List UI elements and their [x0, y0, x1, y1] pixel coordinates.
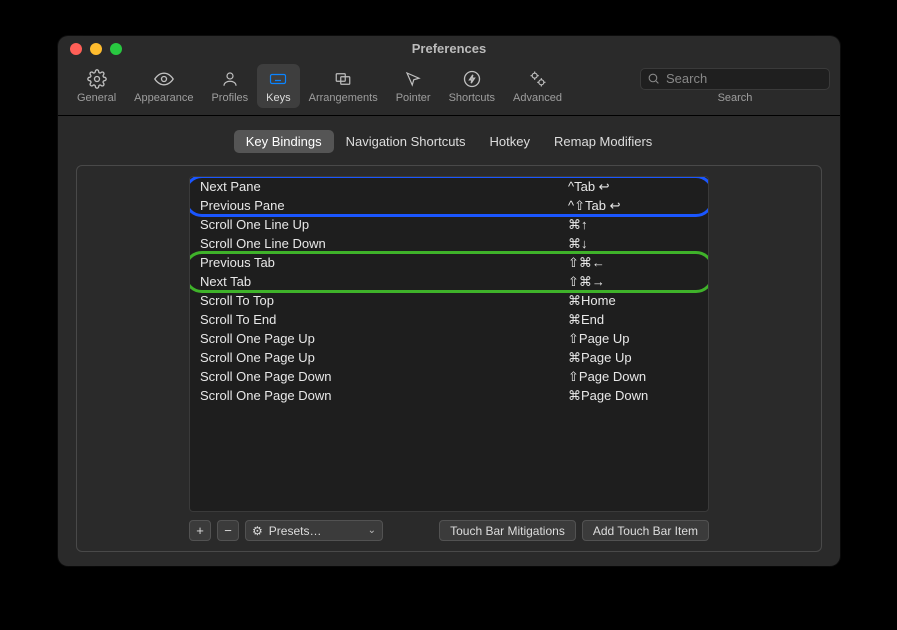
toolbar-item-profiles[interactable]: Profiles [202, 64, 257, 108]
binding-shortcut: ^⇧Tab ↩ [568, 198, 698, 214]
subtab-segmented-control: Key Bindings Navigation Shortcuts Hotkey… [234, 130, 665, 153]
tab-hotkey[interactable]: Hotkey [478, 130, 542, 153]
toolbar-item-label: Profiles [211, 92, 248, 104]
table-row[interactable]: Scroll One Line Down⌘↓ [190, 234, 708, 253]
window-controls [70, 43, 122, 55]
binding-action: Next Pane [200, 179, 568, 194]
table-row[interactable]: Next Pane^Tab ↩ [190, 177, 708, 196]
remove-binding-button[interactable]: − [217, 520, 239, 541]
binding-shortcut: ^Tab ↩ [568, 179, 698, 195]
toolbar-item-keys[interactable]: Keys [257, 64, 299, 108]
presets-label: Presets… [269, 524, 322, 538]
binding-action: Scroll One Page Down [200, 388, 568, 403]
table-row[interactable]: Previous Tab⇧⌘← [190, 253, 708, 272]
table-row[interactable]: Previous Pane^⇧Tab ↩ [190, 196, 708, 215]
person-icon [219, 68, 241, 90]
close-window-button[interactable] [70, 43, 82, 55]
toolbar-item-general[interactable]: General [68, 64, 125, 108]
toolbar-item-label: Keys [266, 92, 290, 104]
binding-shortcut: ⌘Page Down [568, 388, 698, 404]
titlebar: Preferences [58, 36, 840, 60]
minimize-window-button[interactable] [90, 43, 102, 55]
search-label: Search [718, 92, 753, 104]
gears-icon [527, 68, 549, 90]
presets-dropdown[interactable]: ⚙ Presets… ⌄ [245, 520, 383, 541]
binding-shortcut: ⌘Home [568, 293, 698, 309]
toolbar-item-label: Pointer [396, 92, 431, 104]
binding-shortcut: ⌘↑ [568, 217, 698, 233]
binding-shortcut: ⇧⌘← [568, 255, 698, 271]
table-row[interactable]: Scroll One Line Up⌘↑ [190, 215, 708, 234]
bindings-footer: + − ⚙ Presets… ⌄ Touch Bar Mitigations A… [189, 520, 709, 541]
toolbar-item-label: Arrangements [309, 92, 378, 104]
bolt-icon [461, 68, 483, 90]
keyboard-icon [267, 68, 289, 90]
gear-small-icon: ⚙ [252, 524, 263, 538]
binding-shortcut: ⌘↓ [568, 236, 698, 252]
search-placeholder: Search [666, 71, 707, 86]
toolbar-item-label: General [77, 92, 116, 104]
binding-shortcut: ⇧Page Down [568, 369, 698, 385]
table-row[interactable]: Scroll One Page Down⌘Page Down [190, 386, 708, 405]
bindings-table[interactable]: Next Pane^Tab ↩Previous Pane^⇧Tab ↩Scrol… [189, 176, 709, 512]
binding-shortcut: ⌘End [568, 312, 698, 328]
tab-remap-modifiers[interactable]: Remap Modifiers [542, 130, 664, 153]
search-icon [647, 72, 660, 85]
windows-icon [332, 68, 354, 90]
toolbar-item-shortcuts[interactable]: Shortcuts [440, 64, 504, 108]
binding-action: Scroll To Top [200, 293, 568, 308]
key-bindings-panel: Next Pane^Tab ↩Previous Pane^⇧Tab ↩Scrol… [76, 165, 822, 552]
binding-action: Scroll To End [200, 312, 568, 327]
table-row[interactable]: Scroll One Page Up⇧Page Up [190, 329, 708, 348]
add-binding-button[interactable]: + [189, 520, 211, 541]
add-touch-bar-item-button[interactable]: Add Touch Bar Item [582, 520, 709, 541]
binding-action: Scroll One Page Up [200, 350, 568, 365]
tab-navigation-shortcuts[interactable]: Navigation Shortcuts [334, 130, 478, 153]
toolbar-item-label: Advanced [513, 92, 562, 104]
gear-icon [86, 68, 108, 90]
preferences-body: Key Bindings Navigation Shortcuts Hotkey… [58, 116, 840, 566]
toolbar: General Appearance Profiles Keys Arrange… [58, 60, 840, 116]
eye-icon [153, 68, 175, 90]
toolbar-search: Search Search [640, 68, 830, 104]
binding-action: Previous Tab [200, 255, 568, 270]
toolbar-item-advanced[interactable]: Advanced [504, 64, 571, 108]
preferences-window: Preferences General Appearance Profiles … [58, 36, 840, 566]
tab-key-bindings[interactable]: Key Bindings [234, 130, 334, 153]
window-title: Preferences [412, 41, 486, 56]
cursor-icon [402, 68, 424, 90]
table-row[interactable]: Scroll One Page Down⇧Page Down [190, 367, 708, 386]
binding-action: Scroll One Page Up [200, 331, 568, 346]
table-row[interactable]: Scroll To Top⌘Home [190, 291, 708, 310]
binding-action: Previous Pane [200, 198, 568, 213]
binding-shortcut: ⌘Page Up [568, 350, 698, 366]
chevron-down-icon: ⌄ [368, 525, 376, 536]
toolbar-item-pointer[interactable]: Pointer [387, 64, 440, 108]
search-input[interactable]: Search [640, 68, 830, 90]
zoom-window-button[interactable] [110, 43, 122, 55]
binding-action: Scroll One Page Down [200, 369, 568, 384]
binding-shortcut: ⇧⌘→ [568, 274, 698, 290]
table-row[interactable]: Scroll One Page Up⌘Page Up [190, 348, 708, 367]
toolbar-item-appearance[interactable]: Appearance [125, 64, 202, 108]
binding-shortcut: ⇧Page Up [568, 331, 698, 347]
binding-action: Scroll One Line Up [200, 217, 568, 232]
toolbar-item-label: Appearance [134, 92, 193, 104]
touch-bar-mitigations-button[interactable]: Touch Bar Mitigations [439, 520, 576, 541]
binding-action: Next Tab [200, 274, 568, 289]
table-row[interactable]: Scroll To End⌘End [190, 310, 708, 329]
table-row[interactable]: Next Tab⇧⌘→ [190, 272, 708, 291]
binding-action: Scroll One Line Down [200, 236, 568, 251]
toolbar-item-arrangements[interactable]: Arrangements [300, 64, 387, 108]
toolbar-item-label: Shortcuts [449, 92, 495, 104]
